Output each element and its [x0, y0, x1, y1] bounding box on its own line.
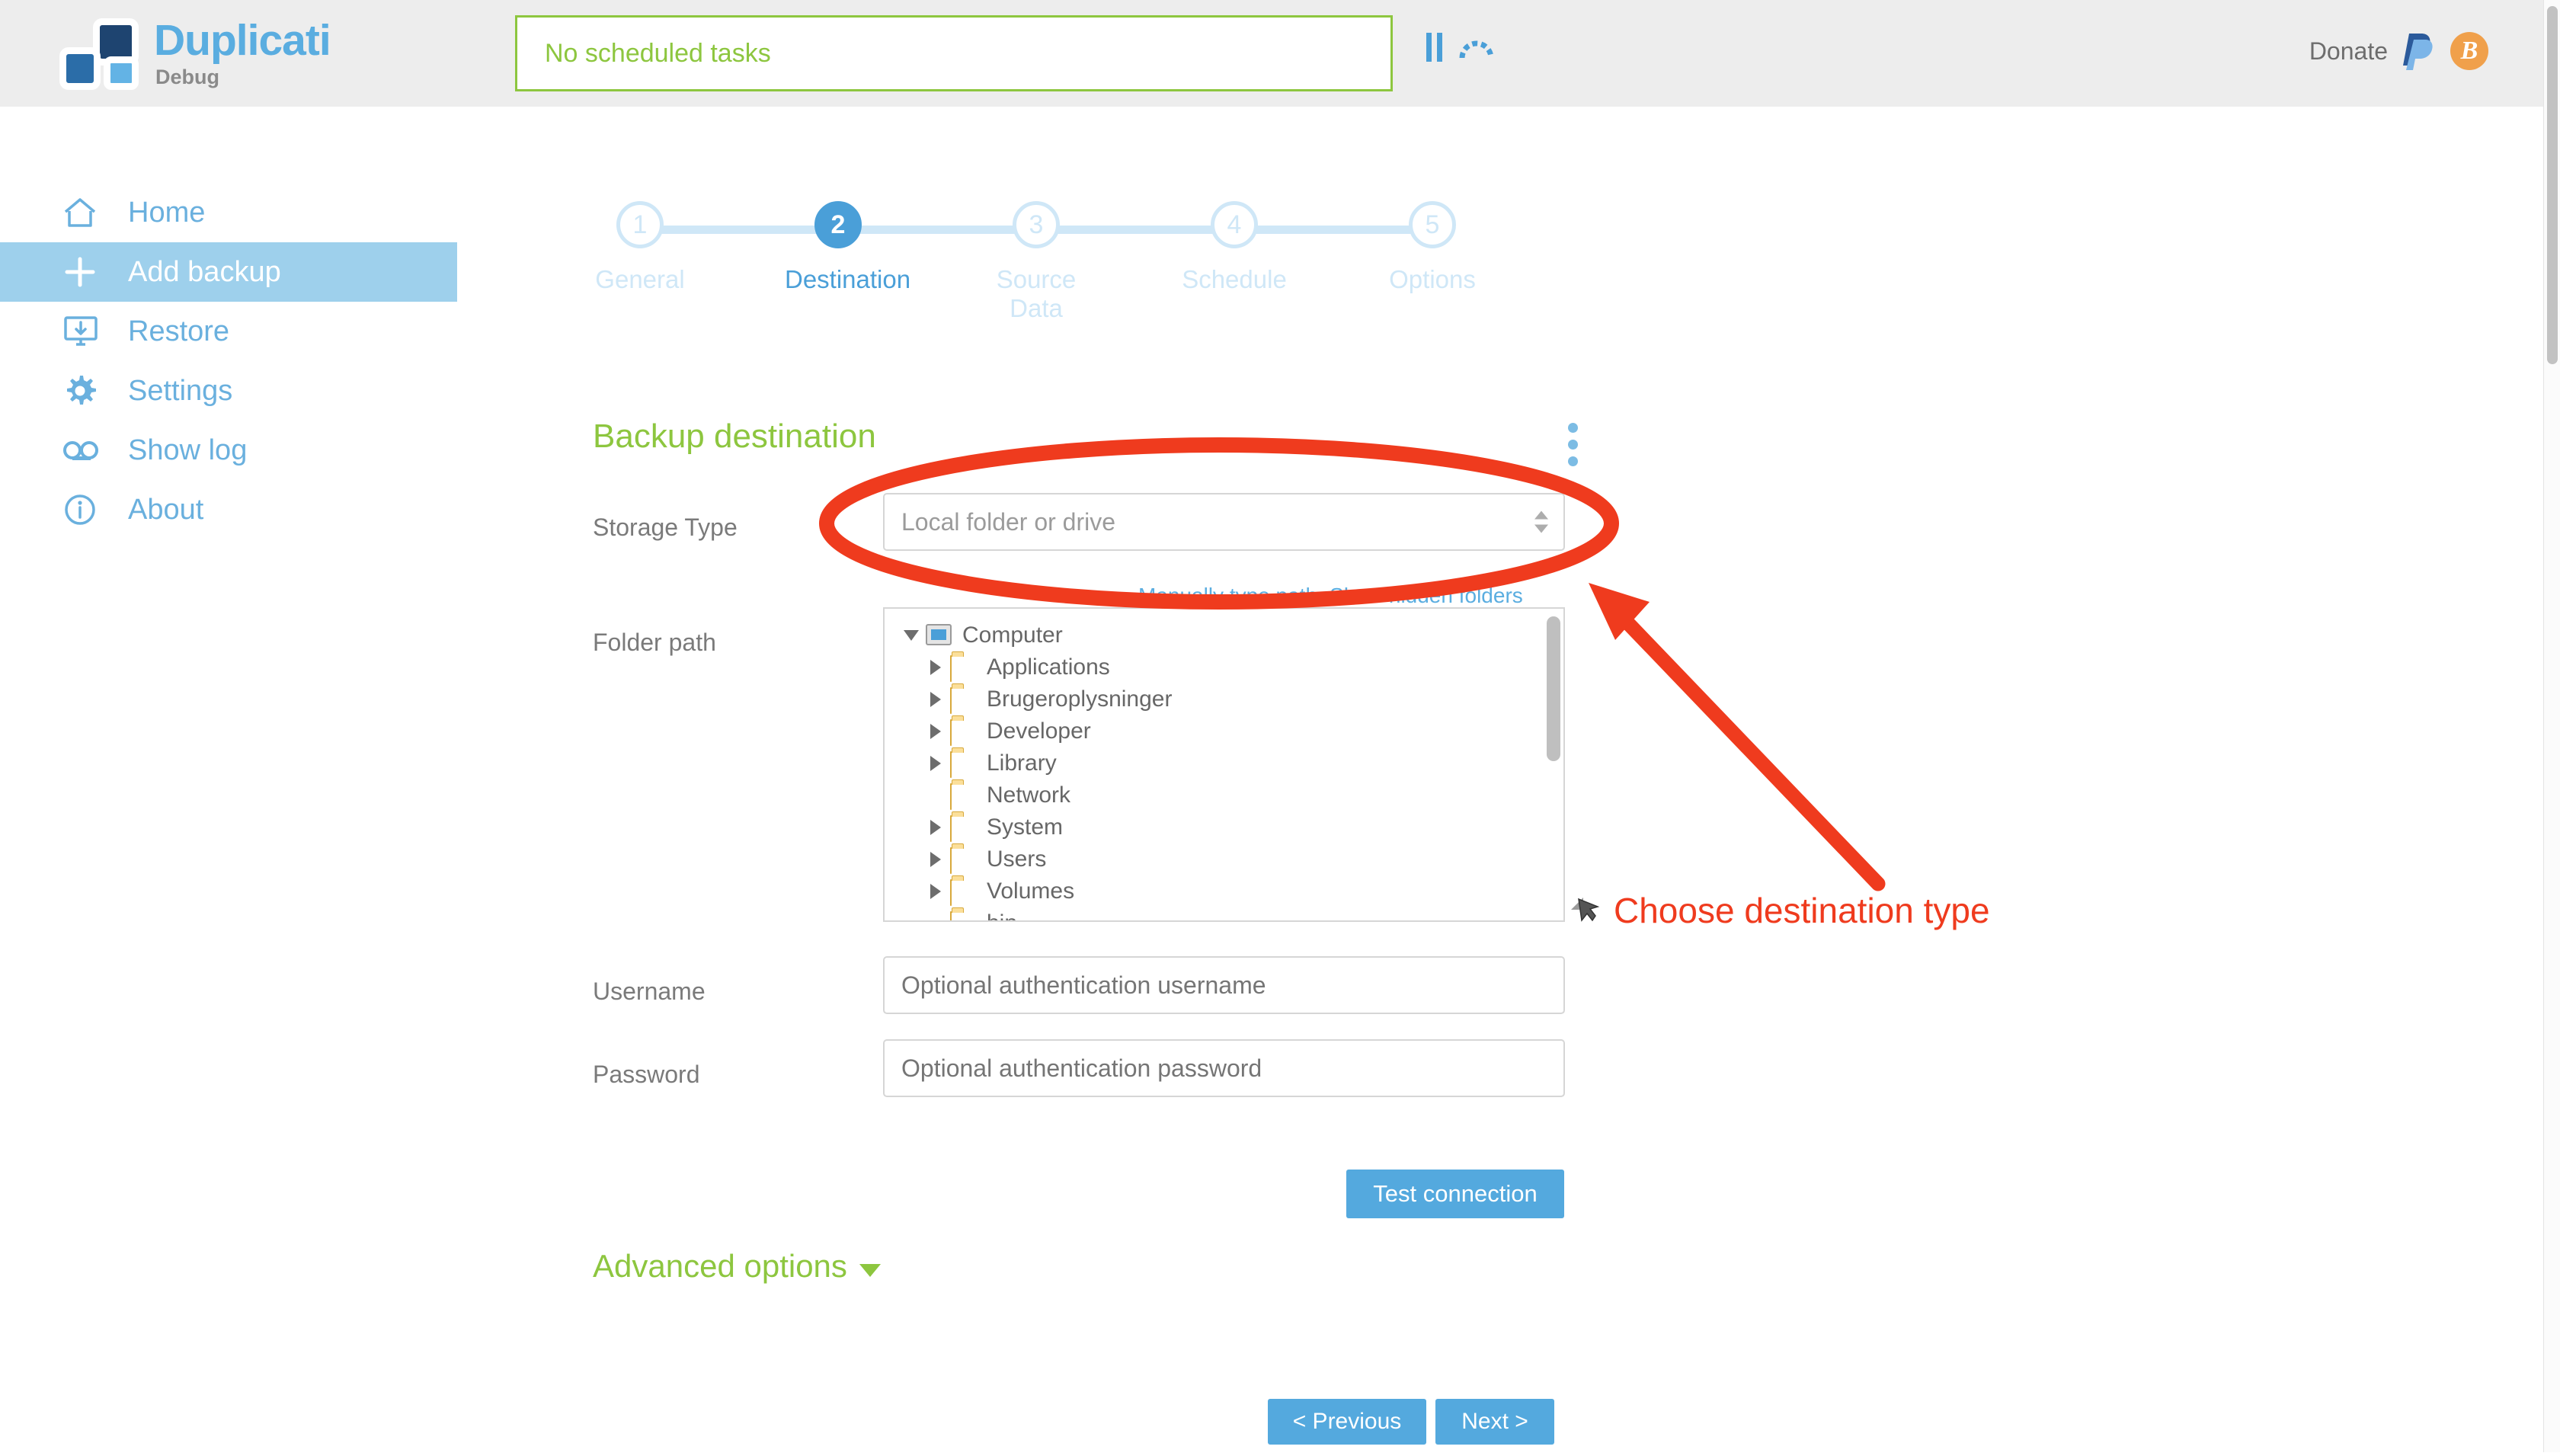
tree-item-computer[interactable]: Computer	[901, 619, 1563, 651]
step-number: 4	[1211, 201, 1258, 248]
folder-icon	[950, 783, 979, 810]
tree-item-volumes[interactable]: Volumes	[901, 875, 1563, 907]
folder-icon	[950, 719, 979, 746]
show-hidden-folders-link[interactable]: Show hidden folders	[1330, 584, 1523, 608]
tree-item-network[interactable]: Network	[901, 779, 1563, 811]
tree-item-label: Applications	[987, 654, 1110, 680]
tree-item-system[interactable]: System	[901, 811, 1563, 843]
step-number: 2	[814, 201, 862, 248]
chevron-down-icon[interactable]	[901, 630, 921, 641]
folder-icon	[950, 879, 979, 906]
tree-item-bin[interactable]: bin	[901, 907, 1563, 920]
tree-item-label: Brugeroplysninger	[987, 686, 1173, 712]
folder-icon	[950, 655, 979, 682]
page-scrollbar-thumb[interactable]	[2547, 6, 2558, 364]
tree-item-users[interactable]: Users	[901, 843, 1563, 875]
tree-item-developer[interactable]: Developer	[901, 715, 1563, 747]
folder-icon	[950, 815, 979, 842]
advanced-options-label: Advanced options	[593, 1248, 847, 1284]
tree-item-brugeroplysninger[interactable]: Brugeroplysninger	[901, 683, 1563, 715]
chevron-down-icon	[859, 1263, 881, 1277]
password-input[interactable]	[883, 1039, 1565, 1097]
storage-type-select[interactable]: Local folder or drive	[883, 493, 1565, 551]
chevron-right-icon[interactable]	[926, 692, 946, 707]
tree-item-label: System	[987, 814, 1064, 840]
page-scrollbar[interactable]	[2543, 0, 2560, 1452]
step-number: 3	[1013, 201, 1060, 248]
folder-icon	[950, 847, 979, 874]
chevron-right-icon[interactable]	[926, 820, 946, 835]
storage-type-value: Local folder or drive	[901, 507, 1116, 536]
wizard-navigation: < Previous Next >	[1268, 1399, 1554, 1445]
folder-icon	[950, 751, 979, 778]
test-connection-button[interactable]: Test connection	[1346, 1170, 1564, 1218]
step-number: 1	[616, 201, 664, 248]
folder-icon	[950, 687, 979, 714]
chevron-right-icon[interactable]	[926, 724, 946, 739]
spinner-arrows-icon	[1534, 510, 1548, 533]
folder-icon	[950, 911, 979, 920]
step-number: 5	[1409, 201, 1456, 248]
more-vertical-icon[interactable]	[1568, 423, 1578, 466]
tree-item-label: Computer	[962, 622, 1063, 648]
tree-item-label: Volumes	[987, 878, 1075, 904]
folder-tree-links: Manually type path Show hidden folders	[1138, 584, 1523, 608]
resize-handle-icon[interactable]	[1571, 898, 1583, 910]
tree-item-label: Network	[987, 782, 1071, 808]
tree-item-label: bin	[987, 910, 1017, 920]
username-input[interactable]	[883, 956, 1565, 1014]
storage-type-label: Storage Type	[593, 514, 738, 541]
username-label: Username	[593, 978, 706, 1005]
computer-icon	[926, 624, 955, 647]
chevron-right-icon[interactable]	[926, 884, 946, 899]
chevron-right-icon[interactable]	[926, 852, 946, 867]
page-title: Backup destination	[593, 418, 876, 455]
manually-type-path-link[interactable]: Manually type path	[1138, 584, 1317, 608]
vertical-scrollbar[interactable]	[1547, 616, 1560, 761]
tree-item-applications[interactable]: Applications	[901, 651, 1563, 683]
next-button[interactable]: Next >	[1435, 1399, 1554, 1445]
password-label: Password	[593, 1061, 700, 1088]
destination-form: Backup destination Storage Type Local fo…	[0, 0, 2560, 1452]
folder-tree[interactable]: Computer Applications Brugeroplysninger …	[883, 607, 1565, 922]
tree-item-label: Developer	[987, 718, 1091, 744]
advanced-options-toggle[interactable]: Advanced options	[593, 1248, 881, 1285]
chevron-right-icon[interactable]	[926, 756, 946, 771]
tree-item-label: Library	[987, 750, 1057, 776]
folder-path-label: Folder path	[593, 629, 716, 656]
tree-item-library[interactable]: Library	[901, 747, 1563, 779]
tree-item-label: Users	[987, 846, 1047, 872]
previous-button[interactable]: < Previous	[1268, 1399, 1426, 1445]
chevron-right-icon[interactable]	[926, 660, 946, 675]
